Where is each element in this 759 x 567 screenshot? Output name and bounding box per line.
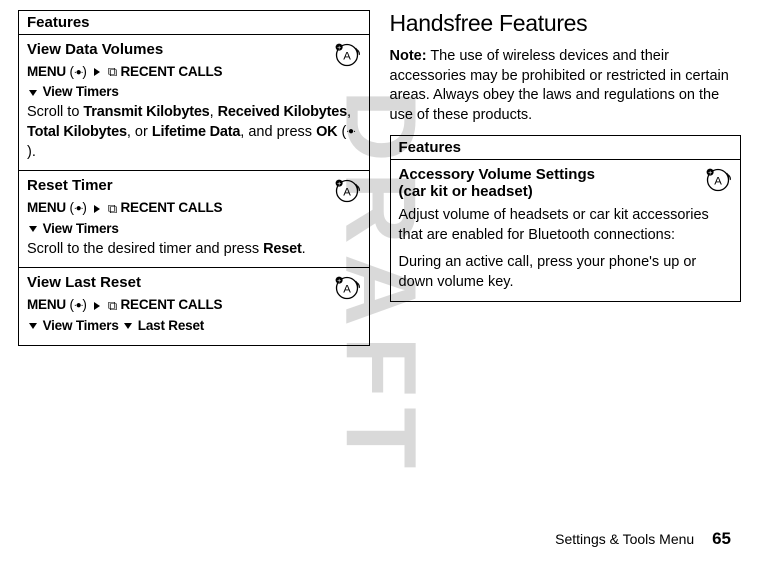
body-text: Scroll to the desired timer and press [27, 241, 263, 257]
feature-row: A+ Reset Timer MENU (∙●∙) ⧉ RECENT CALLS… [19, 171, 369, 268]
svg-text:+: + [337, 45, 341, 52]
features-table-left: Features A+ View Data Volumes MENU (∙●∙)… [18, 10, 370, 346]
bluetooth-accessory-icon: A+ [704, 166, 732, 199]
title-line-1: Accessory Volume Settings [399, 166, 595, 183]
features-header: Features [391, 136, 741, 160]
recent-calls-icon: ⧉ [108, 298, 117, 314]
feature-body: Scroll to the desired timer and press Re… [27, 240, 361, 260]
footer-section: Settings & Tools Menu [555, 531, 694, 547]
page-footer: Settings & Tools Menu 65 [555, 529, 731, 549]
feature-body: During an active call, press your phone'… [399, 253, 733, 292]
paren-close: ) [82, 200, 90, 215]
recent-calls-label: RECENT CALLS [121, 64, 223, 79]
right-column: Handsfree Features Note: The use of wire… [390, 10, 742, 346]
menu-label: MENU [27, 64, 66, 79]
body-text: , and press [240, 124, 316, 140]
recent-calls-label: RECENT CALLS [121, 200, 223, 215]
feature-title: Accessory Volume Settings (car kit or he… [399, 166, 733, 200]
arrow-down-icon [124, 323, 132, 329]
submenu-label: Last Reset [138, 318, 204, 333]
arrow-down-icon [29, 90, 37, 96]
svg-text:A: A [714, 176, 722, 188]
reset-label: Reset [263, 241, 302, 257]
note-paragraph: Note: The use of wireless devices and th… [390, 47, 742, 125]
section-heading: Handsfree Features [390, 10, 742, 37]
body-text: , [347, 104, 351, 120]
svg-text:A: A [343, 284, 351, 296]
svg-text:+: + [337, 181, 341, 188]
menu-path: MENU (∙●∙) ⧉ RECENT CALLS [27, 64, 361, 80]
recent-calls-label: RECENT CALLS [121, 297, 223, 312]
svg-text:+: + [708, 170, 712, 177]
menu-label: MENU [27, 297, 66, 312]
feature-row: A+ Accessory Volume Settings (car kit or… [391, 160, 741, 300]
note-body: The use of wireless devices and their ac… [390, 48, 729, 123]
arrow-down-icon [29, 226, 37, 232]
submenu-label: View Timers [43, 221, 119, 236]
feature-title: View Data Volumes [27, 41, 361, 58]
svg-text:A: A [343, 50, 351, 62]
submenu-label: View Timers [43, 84, 119, 99]
menu-path: MENU (∙●∙) ⧉ RECENT CALLS [27, 297, 361, 313]
body-text: ). [27, 144, 36, 160]
feature-row: A+ View Last Reset MENU (∙●∙) ⧉ RECENT C… [19, 268, 369, 344]
option-label: Lifetime Data [152, 124, 240, 140]
option-label: Transmit Kilobytes [83, 104, 209, 120]
feature-body: Scroll to Transmit Kilobytes, Received K… [27, 103, 361, 162]
two-column-layout: Features A+ View Data Volumes MENU (∙●∙)… [0, 0, 759, 346]
menu-subpath: View Timers Last Reset [27, 318, 361, 333]
menu-subpath: View Timers [27, 84, 361, 99]
body-text: ( [337, 124, 346, 140]
svg-text:+: + [337, 278, 341, 285]
menu-label: MENU [27, 200, 66, 215]
arrow-right-icon [94, 302, 100, 310]
menu-subpath: View Timers [27, 221, 361, 236]
features-header: Features [19, 11, 369, 35]
bluetooth-accessory-icon: A+ [333, 41, 361, 74]
body-text: . [302, 241, 306, 257]
bluetooth-accessory-icon: A+ [333, 177, 361, 210]
features-table-right: Features A+ Accessory Volume Settings (c… [390, 135, 742, 301]
title-line-2: (car kit or headset) [399, 183, 533, 200]
feature-body: Adjust volume of headsets or car kit acc… [399, 206, 733, 245]
svg-text:A: A [343, 187, 351, 199]
submenu-label: View Timers [43, 318, 119, 333]
arrow-right-icon [94, 68, 100, 76]
arrow-right-icon [94, 205, 100, 213]
recent-calls-icon: ⧉ [108, 201, 117, 217]
option-label: Received Kilobytes [218, 104, 347, 120]
left-column: Features A+ View Data Volumes MENU (∙●∙)… [18, 10, 370, 346]
option-label: Total Kilobytes [27, 124, 127, 140]
page-number: 65 [712, 529, 731, 548]
center-key-icon: ∙●∙ [346, 125, 355, 139]
feature-title: View Last Reset [27, 274, 361, 291]
feature-title: Reset Timer [27, 177, 361, 194]
paren-close: ) [82, 297, 90, 312]
recent-calls-icon: ⧉ [108, 64, 117, 80]
menu-path: MENU (∙●∙) ⧉ RECENT CALLS [27, 200, 361, 216]
arrow-down-icon [29, 323, 37, 329]
note-label: Note: [390, 48, 427, 64]
body-text: , or [127, 124, 152, 140]
paren-close: ) [82, 64, 90, 79]
feature-row: A+ View Data Volumes MENU (∙●∙) ⧉ RECENT… [19, 35, 369, 171]
bluetooth-accessory-icon: A+ [333, 274, 361, 307]
body-text: Scroll to [27, 104, 83, 120]
ok-label: OK [316, 124, 337, 140]
body-text: , [210, 104, 218, 120]
